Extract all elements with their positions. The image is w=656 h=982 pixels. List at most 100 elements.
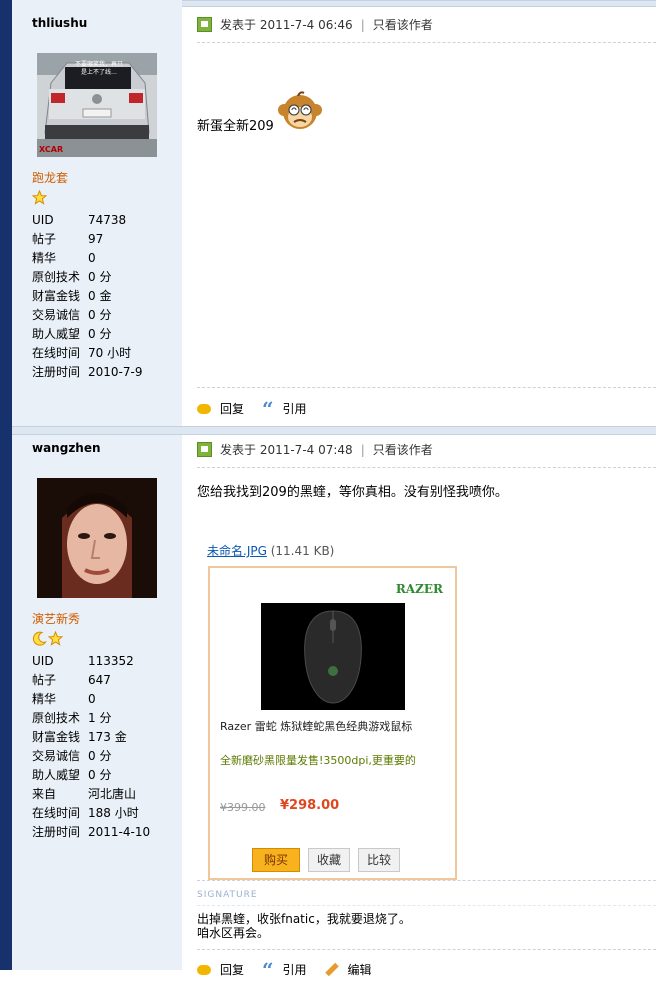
divider bbox=[197, 467, 656, 468]
stat-value: 0 分 bbox=[88, 749, 112, 763]
stat-row: 交易诚信 0 分 bbox=[32, 306, 142, 325]
post-actions: 回复 “ 引用 bbox=[197, 396, 325, 421]
razer-logo: RAZER bbox=[395, 582, 443, 596]
divider bbox=[197, 905, 656, 906]
product-image[interactable] bbox=[261, 603, 405, 710]
avatar[interactable]: 不要嘲笑我，再只是上不了线… XCAR bbox=[37, 53, 157, 157]
stat-value: 647 bbox=[88, 673, 111, 687]
avatar[interactable] bbox=[37, 478, 157, 598]
stat-value: 70 小时 bbox=[88, 346, 132, 360]
stat-label: 助人威望 bbox=[32, 327, 81, 341]
divider: | bbox=[360, 17, 365, 32]
stat-value: 74738 bbox=[88, 213, 127, 227]
attachment-link[interactable]: 未命名.JPG bbox=[207, 544, 267, 558]
signature-line: 咱水区再会。 bbox=[197, 926, 270, 940]
author-panel: thliushu 不要嘲笑我，再只是上不了线… XCAR 跑龙套 UID 747… bbox=[12, 0, 182, 426]
stat-row: UID 74738 bbox=[32, 211, 142, 230]
stat-row: 注册时间 2011-4-10 bbox=[32, 823, 150, 842]
signature-line: 出掉黑蝰，收张fnatic，我就要退烧了。 bbox=[197, 912, 411, 926]
post-1: thliushu 不要嘲笑我，再只是上不了线… XCAR 跑龙套 UID 747… bbox=[12, 0, 656, 426]
user-rank: 演艺新秀 bbox=[32, 612, 81, 626]
stat-value: 河北唐山 bbox=[88, 787, 137, 801]
quote-icon: “ bbox=[262, 396, 274, 421]
stat-value: 0 bbox=[88, 251, 96, 265]
favorite-button[interactable]: 收藏 bbox=[308, 848, 351, 872]
star-icon bbox=[48, 631, 63, 646]
stat-value: 2011-4-10 bbox=[88, 825, 151, 839]
author-name-link[interactable]: thliushu bbox=[32, 16, 87, 30]
stat-row: 交易诚信 0 分 bbox=[32, 747, 150, 766]
divider bbox=[197, 949, 656, 950]
stat-label: 交易诚信 bbox=[32, 749, 81, 763]
divider bbox=[197, 42, 656, 43]
moon-icon bbox=[32, 631, 47, 646]
stat-label: 帖子 bbox=[32, 232, 57, 246]
stat-label: 在线时间 bbox=[32, 346, 81, 360]
stat-row: 帖子 647 bbox=[32, 671, 150, 690]
stat-label: 注册时间 bbox=[32, 825, 81, 839]
buy-button[interactable]: 购买 bbox=[252, 848, 301, 872]
product-name[interactable]: Razer 雷蛇 炼狱蝰蛇黑色经典游戏鼠标 bbox=[220, 718, 412, 734]
post-separator bbox=[12, 426, 656, 435]
stat-row: UID 113352 bbox=[32, 652, 150, 671]
stat-row: 助人威望 0 分 bbox=[32, 325, 142, 344]
quote-button[interactable]: “ 引用 bbox=[262, 396, 307, 421]
compare-button[interactable]: 比较 bbox=[358, 848, 401, 872]
rank-stars bbox=[32, 190, 47, 206]
avatar-caption: 不要嘲笑我，再只是上不了线… bbox=[74, 61, 123, 76]
post-body: 发表于 2011-7-4 06:46 | 只看该作者 新蛋全新209 回复 “ … bbox=[183, 0, 656, 426]
stat-value: 97 bbox=[88, 232, 104, 246]
old-price: ¥399.00 bbox=[220, 801, 266, 814]
reply-label: 回复 bbox=[220, 402, 245, 416]
user-stats: UID 74738 帖子 97 精华 0 原创技术 0 分 财富金钱 0 金 交易诚信 0 … bbox=[32, 211, 142, 382]
stat-value: 173 金 bbox=[88, 730, 127, 744]
stat-row: 帖子 97 bbox=[32, 230, 142, 249]
quote-label: 引用 bbox=[282, 402, 307, 416]
stat-value: 0 bbox=[88, 692, 96, 706]
stat-label: 帖子 bbox=[32, 673, 57, 687]
monkey-emoticon-icon bbox=[277, 91, 322, 129]
stat-label: 原创技术 bbox=[32, 711, 81, 725]
stat-row: 财富金钱 0 金 bbox=[32, 287, 142, 306]
post-content: 新蛋全新209 bbox=[197, 88, 324, 134]
post-doc-icon bbox=[197, 442, 212, 457]
author-name-link[interactable]: wangzhen bbox=[32, 441, 101, 455]
stat-label: 交易诚信 bbox=[32, 308, 81, 322]
stat-row: 原创技术 1 分 bbox=[32, 709, 150, 728]
post-text: 新蛋全新209 bbox=[197, 119, 274, 134]
stat-row: 原创技术 0 分 bbox=[32, 268, 142, 287]
stat-value: 0 金 bbox=[88, 289, 112, 303]
product-desc: 全新磨砂黑限量发售!3500dpi,更重要的 bbox=[220, 754, 416, 767]
stat-row: 精华 0 bbox=[32, 690, 150, 709]
attachment-size: (11.41 KB) bbox=[270, 544, 335, 558]
stat-value: 2010-7-9 bbox=[88, 365, 143, 379]
stat-label: 财富金钱 bbox=[32, 289, 81, 303]
avatar-portrait-image bbox=[37, 478, 157, 598]
stat-label: 助人威望 bbox=[32, 768, 81, 782]
post-2: wangzhen 演艺新秀 UID 113352 帖子 647 精华 0 原创技术 1 … bbox=[12, 435, 656, 980]
rank-stars bbox=[32, 631, 63, 647]
post-header: 发表于 2011-7-4 07:48 | 只看该作者 bbox=[197, 441, 433, 458]
user-rank: 跑龙套 bbox=[32, 171, 69, 185]
stat-value: 1 分 bbox=[88, 711, 112, 725]
stat-label: 来自 bbox=[32, 787, 57, 801]
only-author-link[interactable]: 只看该作者 bbox=[373, 441, 433, 458]
stat-label: 在线时间 bbox=[32, 806, 81, 820]
signature: 出掉黑蝰，收张fnatic，我就要退烧了。 咱水区再会。 bbox=[197, 912, 411, 940]
stat-label: 精华 bbox=[32, 251, 57, 265]
reply-button[interactable]: 回复 bbox=[197, 400, 244, 417]
divider bbox=[197, 880, 656, 881]
stat-value: 0 分 bbox=[88, 270, 112, 284]
stat-row: 在线时间 70 小时 bbox=[32, 344, 142, 363]
price: ¥298.00 bbox=[280, 798, 340, 813]
stat-label: 注册时间 bbox=[32, 365, 81, 379]
product-buttons: 购买 收藏 比较 bbox=[252, 848, 401, 872]
divider: | bbox=[360, 442, 365, 457]
author-panel: wangzhen 演艺新秀 UID 113352 帖子 647 精华 0 原创技术 1 … bbox=[12, 435, 182, 970]
stat-label: 原创技术 bbox=[32, 270, 81, 284]
mouse-image bbox=[261, 603, 405, 710]
star-icon bbox=[32, 190, 47, 205]
left-edge-bar bbox=[0, 0, 12, 970]
stat-row: 精华 0 bbox=[32, 249, 142, 268]
only-author-link[interactable]: 只看该作者 bbox=[373, 16, 433, 33]
